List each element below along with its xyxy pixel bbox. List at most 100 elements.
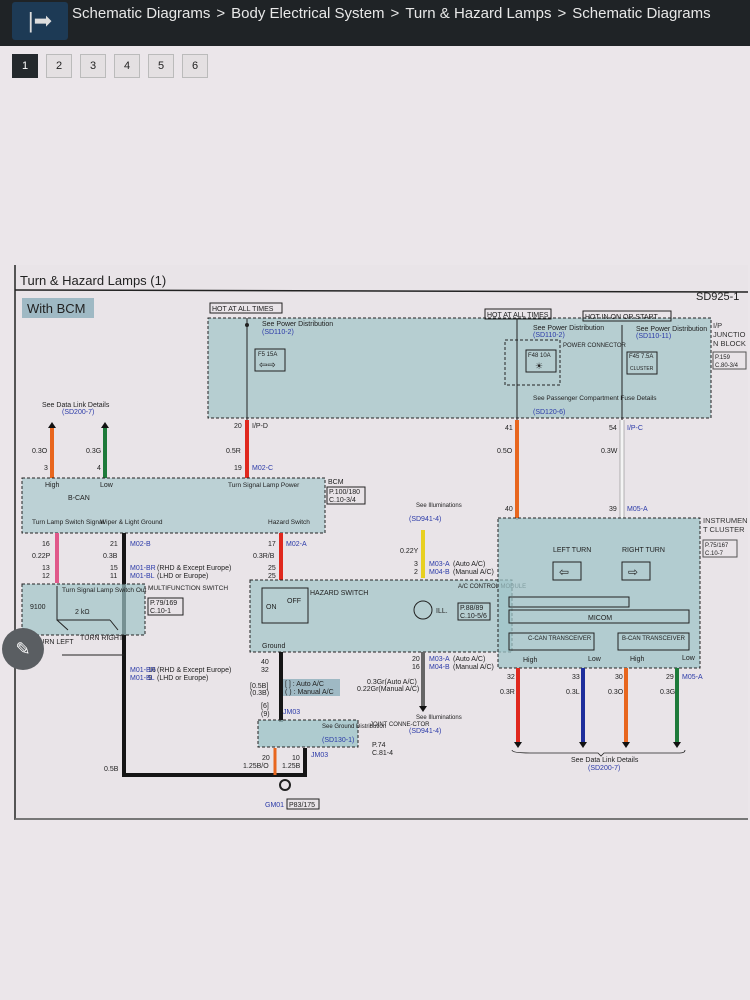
pin-label: (9) (261, 711, 270, 718)
see-power-dist: See Power Distribution (262, 321, 333, 328)
bcan-high-label: High (45, 482, 60, 489)
sd200-7-link[interactable]: (SD200-7) (62, 409, 94, 416)
pin-label: 20 (234, 423, 242, 430)
wire-label: 0.3G (660, 689, 675, 696)
wire-label: 0.3L (566, 689, 580, 696)
turn-right-label: TURN RIGHT (80, 635, 124, 642)
connector-label: M03-A (429, 561, 450, 568)
arrow-icon (514, 742, 522, 748)
connector-label: M02-A (286, 541, 307, 548)
wire-label: 0.3O (32, 448, 48, 455)
bcm-ref: P.100/180 (329, 489, 360, 496)
connector-label: M01-BL (130, 573, 155, 580)
wire-label: [0.5B] (250, 683, 268, 690)
ip-junction-ref: C.80-3/4 (715, 363, 739, 369)
sd941-4-link[interactable]: (SD941-4) (409, 516, 441, 523)
pin-label: 3 (44, 465, 48, 472)
cluster-ref: P.75/167 (705, 543, 729, 549)
hazard-on-label: ON (266, 604, 277, 611)
see-data-link: See Data Link Details (42, 402, 110, 409)
pin-label: 40 (505, 506, 513, 513)
ip-junction-ref: P.159 (715, 355, 731, 361)
pin-label: 13 (42, 565, 50, 572)
ac-ref: C.10-5/6 (460, 613, 487, 620)
sd110-11-link[interactable]: (SD110-11) (636, 333, 671, 340)
bcm-label: BCM (328, 479, 344, 486)
turn-power-label: Turn Signal Lamp Power (228, 482, 300, 489)
wire-label: 1.25B (282, 763, 301, 770)
pin-label: 10 (292, 755, 300, 762)
sd200-7-link-2[interactable]: (SD200-7) (588, 765, 620, 772)
wire-label: 0.3G (86, 448, 101, 455)
connector-label: M01-BL (130, 675, 155, 682)
pin-label: 41 (505, 425, 513, 432)
see-data-link-2: See Data Link Details (571, 757, 639, 764)
hot-on-start-label: HOT IN ON OR START (585, 314, 658, 321)
wire-label: 0.5B (104, 766, 119, 773)
arrow-icon (673, 742, 681, 748)
data-link-brace (511, 749, 686, 757)
pin-label: 25 (268, 573, 276, 580)
variant-note: (LHD or Europe) (157, 675, 208, 682)
connector-label: M01-BR (130, 565, 156, 572)
edit-button[interactable]: ✎ (2, 628, 44, 670)
micom-label: MICOM (588, 615, 612, 622)
pin-label: 32 (507, 674, 515, 681)
arrow-icon (622, 742, 630, 748)
sd941-4-link-2[interactable]: (SD941-4) (409, 728, 441, 735)
wire-label: 0.5R (226, 448, 241, 455)
connector-label: JM03 (283, 709, 300, 716)
connector-label: M04-B (429, 569, 450, 576)
wire-label: 0.3W (601, 448, 618, 455)
bcm-ref: C.10-3/4 (329, 497, 356, 504)
fuse-f48-label: F48 10A (528, 353, 551, 359)
arrow-icon (48, 422, 56, 428)
wire-label: 0.3B (103, 553, 118, 560)
wire-label: (0.3B) (250, 690, 269, 697)
variant-note: (Auto A/C) (453, 561, 485, 568)
resistor-label: 2 kΩ (75, 609, 90, 616)
ground-name: GM01 (265, 802, 284, 809)
see-illuminations-2: See Illuminations (416, 715, 462, 721)
pin-label: 30 (615, 674, 623, 681)
multifunction-label: MULTIFUNCTION SWITCH (148, 585, 228, 592)
bcan-label: B-CAN (68, 495, 90, 502)
wire-label: 0.22P (32, 553, 51, 560)
sd110-2-link-2[interactable]: (SD110-2) (533, 332, 565, 339)
ill-label: ILL. (436, 608, 448, 615)
variant-note: (Auto A/C) (453, 656, 485, 663)
connector-label: M02-B (130, 541, 151, 548)
pin-label: 16 (42, 541, 50, 548)
variant-note: (LHD or Europe) (157, 573, 208, 580)
multifunction-ref: P.79/169 (150, 600, 177, 607)
fuse-f45-label: F45 7.5A (629, 354, 653, 360)
pin-label: 20 (412, 656, 420, 663)
splice-dot (245, 323, 249, 327)
connector-label: M01-BR (130, 667, 156, 674)
sd130-1-link[interactable]: (SD130-1) (322, 737, 354, 744)
hazard-switch-label: Hazard Switch (268, 519, 310, 526)
arrow-right-icon: ⇨ (628, 565, 638, 579)
instrument-cluster-block (497, 517, 701, 669)
cluster-ref: C.10-7 (705, 551, 724, 557)
wire-label: 1.25B/O (243, 763, 269, 770)
connector-label: JM03 (311, 752, 328, 759)
wiper-ground-label: Wiper & Light Ground (100, 519, 163, 526)
pin-label: 32 (261, 667, 269, 674)
pin-label: 29 (666, 674, 674, 681)
lamp-icon: ☀ (535, 361, 543, 371)
fuse-f5-label: F5 15A (258, 352, 277, 358)
pin-label: 12 (42, 573, 50, 580)
multifunction-ref: C.10-1 (150, 608, 171, 615)
ground-icon (279, 779, 291, 791)
diagram-title: Turn & Hazard Lamps (1) (20, 273, 166, 288)
connector-label: M05-A (627, 506, 648, 513)
arrow-icon (579, 742, 587, 748)
pin-label: 3 (414, 561, 418, 568)
see-power-dist-2: See Power Distribution (533, 325, 604, 332)
sd120-6-link[interactable]: (SD120-6) (533, 409, 565, 416)
sd110-2-link[interactable]: (SD110-2) (262, 329, 294, 336)
hazard-name: HAZARD SWITCH (310, 590, 368, 597)
variant-note: (Manual A/C) (453, 664, 494, 671)
wire-label: 0.3O (608, 689, 624, 696)
